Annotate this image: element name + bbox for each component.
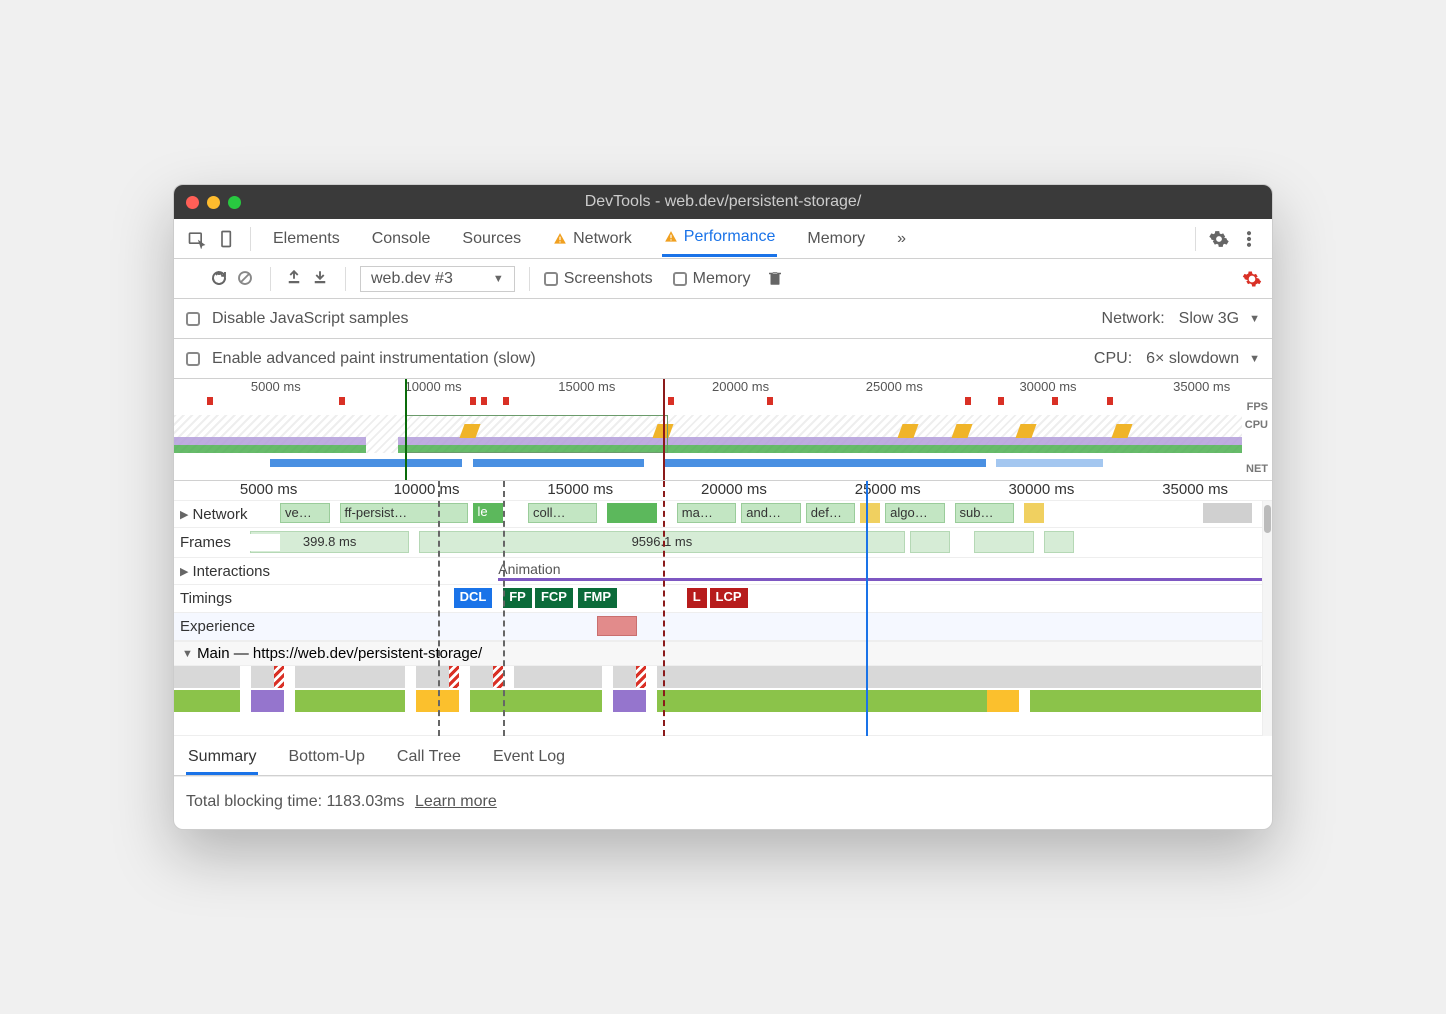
- memory-checkbox[interactable]: Memory: [673, 270, 751, 288]
- warning-icon: [553, 232, 567, 246]
- overview-cpu-label: CPU: [1245, 419, 1268, 431]
- chevron-down-icon: ▼: [1249, 353, 1260, 365]
- disable-js-checkbox[interactable]: Disable JavaScript samples: [186, 310, 409, 328]
- frame-entry[interactable]: [1044, 531, 1074, 553]
- warning-icon: [664, 230, 678, 244]
- experience-entry[interactable]: [597, 616, 637, 636]
- summary-panel: Total blocking time: 1183.03ms Learn mor…: [174, 776, 1272, 829]
- overview-net-label: NET: [1246, 463, 1268, 475]
- overview-selection[interactable]: [405, 415, 669, 453]
- frame-entry[interactable]: [910, 531, 950, 553]
- devtools-window: DevTools - web.dev/persistent-storage/ E…: [173, 184, 1273, 830]
- inspect-element-icon[interactable]: [186, 228, 208, 250]
- tab-bottom-up[interactable]: Bottom-Up: [286, 742, 366, 775]
- network-throttle-select[interactable]: Network: Slow 3G ▼: [1102, 310, 1260, 328]
- timing-fcp[interactable]: FCP: [535, 588, 573, 608]
- overview-cpu-chart: [174, 415, 1242, 453]
- tab-call-tree[interactable]: Call Tree: [395, 742, 463, 775]
- tab-overflow[interactable]: »: [895, 220, 908, 257]
- trash-icon[interactable]: [766, 269, 786, 289]
- record-icon[interactable]: [184, 269, 204, 289]
- settings-icon[interactable]: [1208, 228, 1230, 250]
- track-timings[interactable]: Timings DCL FP FCP FMP L LCP: [174, 585, 1272, 613]
- track-frames[interactable]: Frames 399.8 ms 9596.1 ms: [174, 528, 1272, 558]
- save-profile-icon[interactable]: [311, 269, 331, 289]
- more-menu-icon[interactable]: [1238, 228, 1260, 250]
- chevron-down-icon: ▼: [1249, 313, 1260, 325]
- network-entry[interactable]: [1203, 503, 1253, 523]
- performance-toolbar: web.dev #3 ▼ Screenshots Memory: [174, 259, 1272, 299]
- animation-label: Animation: [498, 561, 560, 577]
- timing-fp[interactable]: FP: [503, 588, 532, 608]
- profile-selector[interactable]: web.dev #3 ▼: [360, 266, 515, 292]
- enable-paint-checkbox[interactable]: Enable advanced paint instrumentation (s…: [186, 350, 536, 368]
- total-blocking-time: Total blocking time: 1183.03ms: [186, 793, 404, 810]
- track-main-flamechart[interactable]: [174, 666, 1272, 736]
- overview-marker-line: [405, 379, 407, 480]
- vertical-scrollbar[interactable]: [1262, 501, 1272, 736]
- network-entry[interactable]: algo…: [885, 503, 945, 523]
- network-entry[interactable]: and…: [741, 503, 801, 523]
- network-entry[interactable]: def…: [806, 503, 856, 523]
- expand-arrow-icon[interactable]: ▶: [180, 565, 188, 578]
- load-profile-icon[interactable]: [285, 269, 305, 289]
- network-entry[interactable]: [1024, 503, 1044, 523]
- device-toggle-icon[interactable]: [216, 228, 238, 250]
- timing-lcp[interactable]: LCP: [710, 588, 748, 608]
- collapse-arrow-icon[interactable]: ▼: [182, 648, 193, 660]
- timeline-overview[interactable]: 5000 ms 10000 ms 15000 ms 20000 ms 25000…: [174, 379, 1272, 481]
- tab-event-log[interactable]: Event Log: [491, 742, 567, 775]
- network-entry[interactable]: [607, 503, 657, 523]
- animation-bar[interactable]: [498, 578, 1262, 581]
- cpu-throttle-select[interactable]: CPU: 6× slowdown ▼: [1094, 350, 1260, 368]
- track-network[interactable]: ▶Network ve… ff-persist… le coll… ma… an…: [174, 501, 1272, 528]
- expand-arrow-icon[interactable]: ▶: [180, 508, 188, 521]
- overview-markers: [174, 397, 1272, 405]
- network-entry[interactable]: ma…: [677, 503, 737, 523]
- titlebar: DevTools - web.dev/persistent-storage/: [174, 185, 1272, 219]
- options-row-1: Disable JavaScript samples Network: Slow…: [174, 299, 1272, 339]
- track-main-header[interactable]: ▼ Main — https://web.dev/persistent-stor…: [174, 641, 1272, 666]
- track-interactions[interactable]: ▶Interactions Animation: [174, 558, 1272, 585]
- network-entry[interactable]: [860, 503, 880, 523]
- network-entry[interactable]: coll…: [528, 503, 597, 523]
- overview-net-chart: [174, 459, 1242, 467]
- range-line: [503, 481, 505, 736]
- chevron-down-icon: ▼: [493, 273, 504, 285]
- timing-l[interactable]: L: [687, 588, 707, 608]
- detail-ruler: 5000 ms 10000 ms 15000 ms 20000 ms 25000…: [174, 481, 1272, 501]
- tab-network[interactable]: Network: [551, 220, 634, 257]
- current-time-line: [866, 481, 868, 736]
- reload-icon[interactable]: [210, 269, 230, 289]
- tab-console[interactable]: Console: [370, 220, 433, 257]
- tab-summary[interactable]: Summary: [186, 742, 258, 775]
- network-entry[interactable]: ff-persist…: [340, 503, 469, 523]
- frame-entry[interactable]: [974, 531, 1034, 553]
- window-title: DevTools - web.dev/persistent-storage/: [174, 193, 1272, 211]
- tab-elements[interactable]: Elements: [271, 220, 342, 257]
- network-entry[interactable]: sub…: [955, 503, 1015, 523]
- tab-sources[interactable]: Sources: [460, 220, 523, 257]
- timeline-detail[interactable]: 5000 ms 10000 ms 15000 ms 20000 ms 25000…: [174, 481, 1272, 736]
- range-start-line: [438, 481, 440, 736]
- learn-more-link[interactable]: Learn more: [415, 793, 497, 810]
- timing-dcl[interactable]: DCL: [454, 588, 493, 608]
- overview-fps-label: FPS: [1247, 401, 1268, 413]
- devtools-tabbar: Elements Console Sources Network Perform…: [174, 219, 1272, 259]
- capture-settings-icon[interactable]: [1242, 269, 1262, 289]
- overview-marker-line: [663, 379, 665, 480]
- tab-performance[interactable]: Performance: [662, 220, 778, 257]
- network-entry[interactable]: le: [473, 503, 503, 523]
- track-experience[interactable]: Experience: [174, 613, 1272, 641]
- marker-line: [663, 481, 665, 736]
- screenshots-checkbox[interactable]: Screenshots: [544, 270, 653, 288]
- details-tabs: Summary Bottom-Up Call Tree Event Log: [174, 736, 1272, 776]
- timing-fmp[interactable]: FMP: [578, 588, 617, 608]
- tab-memory[interactable]: Memory: [805, 220, 867, 257]
- clear-icon[interactable]: [236, 269, 256, 289]
- network-entry[interactable]: ve…: [280, 503, 330, 523]
- overview-ruler: 5000 ms 10000 ms 15000 ms 20000 ms 25000…: [174, 379, 1272, 395]
- panel-tabs: Elements Console Sources Network Perform…: [271, 220, 908, 257]
- options-row-2: Enable advanced paint instrumentation (s…: [174, 339, 1272, 379]
